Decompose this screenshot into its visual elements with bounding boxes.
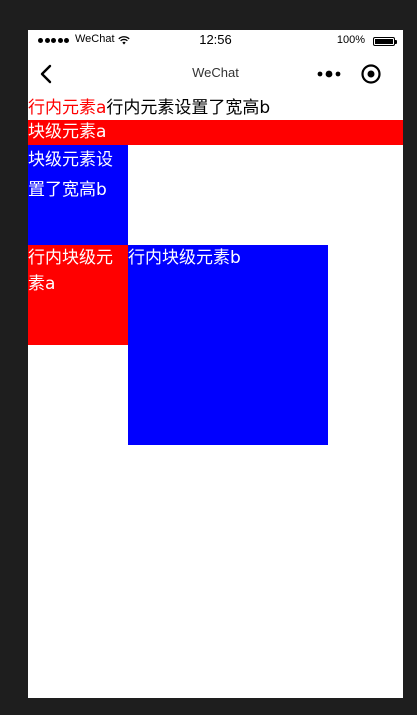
status-bar: WeChat 12:56 100% (28, 30, 403, 52)
inline-block-element-a: 行内块级元素a (28, 245, 128, 345)
target-circle-icon[interactable] (360, 63, 382, 85)
inline-block-element-b: 行内块级元素b (128, 245, 328, 445)
phone-screen: WeChat 12:56 100% WeChat 行内元素a行内元素设置了宽高b… (28, 30, 403, 698)
battery-percent: 100% (336, 34, 365, 46)
block-element-b: 块级元素设置了宽高b (28, 145, 128, 245)
nav-title: WeChat (192, 65, 239, 80)
page-content: 行内元素a行内元素设置了宽高b 块级元素a 块级元素设置了宽高b 行内块级元素a… (28, 96, 403, 445)
battery-icon (373, 37, 397, 46)
inline-block-row: 行内块级元素a 行内块级元素b (28, 245, 403, 445)
inline-element-a: 行内元素a (28, 98, 107, 118)
nav-bar: WeChat (28, 52, 403, 96)
inline-row: 行内元素a行内元素设置了宽高b (28, 96, 403, 120)
block-element-a: 块级元素a (28, 120, 403, 145)
more-dots-icon[interactable] (316, 68, 342, 80)
inline-element-b: 行内元素设置了宽高b (106, 98, 271, 118)
